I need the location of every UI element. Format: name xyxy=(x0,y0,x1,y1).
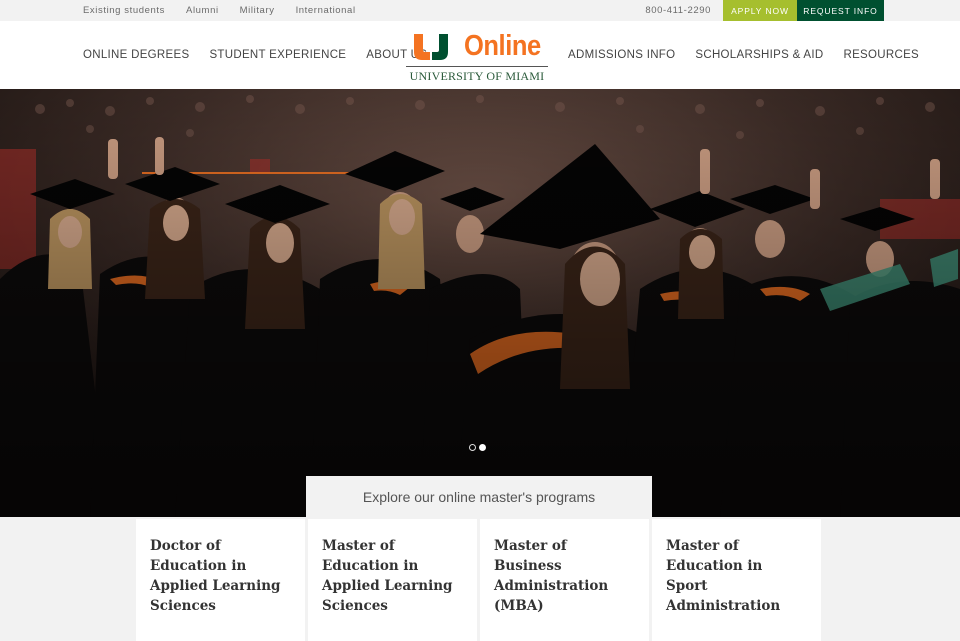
program-title: Doctor of Education in Applied Learning … xyxy=(150,538,281,614)
main-nav-right: ADMISSIONS INFO SCHOLARSHIPS & AID RESOU… xyxy=(568,21,919,89)
carousel-dot-2[interactable] xyxy=(479,444,486,451)
logo-word: Online xyxy=(464,30,541,62)
utility-link-military[interactable]: Military xyxy=(240,5,275,16)
utility-link-existing-students[interactable]: Existing students xyxy=(83,5,165,16)
hero-banner xyxy=(0,89,960,517)
utility-link-alumni[interactable]: Alumni xyxy=(186,5,219,16)
carousel-dots xyxy=(469,444,489,451)
main-nav-left: ONLINE DEGREES STUDENT EXPERIENCE ABOUT … xyxy=(83,21,427,89)
phone-number[interactable]: 800-411-2290 xyxy=(645,5,711,16)
explore-programs-tab[interactable]: Explore our online master's programs xyxy=(306,476,652,517)
program-title: Master of Business Administration (MBA) xyxy=(494,538,609,614)
nav-online-degrees[interactable]: ONLINE DEGREES xyxy=(83,49,189,61)
u-logo-icon xyxy=(414,34,448,60)
nav-scholarships-aid[interactable]: SCHOLARSHIPS & AID xyxy=(695,49,823,61)
site-header: ONLINE DEGREES STUDENT EXPERIENCE ABOUT … xyxy=(0,21,960,89)
utility-link-international[interactable]: International xyxy=(296,5,356,16)
program-cards: Doctor of Education in Applied Learning … xyxy=(136,519,822,641)
program-title: Master of Education in Sport Administrat… xyxy=(666,538,781,614)
carousel-dot-1[interactable] xyxy=(469,444,476,451)
nav-admissions-info[interactable]: ADMISSIONS INFO xyxy=(568,49,675,61)
nav-student-experience[interactable]: STUDENT EXPERIENCE xyxy=(209,49,346,61)
explore-programs-label: Explore our online master's programs xyxy=(362,488,596,505)
request-info-button[interactable]: REQUEST INFO xyxy=(797,0,884,21)
program-card[interactable]: Master of Business Administration (MBA) xyxy=(480,519,649,641)
utility-bar: Existing students Alumni Military Intern… xyxy=(0,0,960,21)
graduation-photo xyxy=(0,89,960,517)
program-card[interactable]: Master of Education in Sport Administrat… xyxy=(652,519,821,641)
program-card[interactable]: Doctor of Education in Applied Learning … xyxy=(136,519,305,641)
logo-divider xyxy=(406,66,548,67)
site-logo[interactable]: Online UNIVERSITY OF MIAMI xyxy=(406,29,548,85)
nav-resources[interactable]: RESOURCES xyxy=(843,49,919,61)
utility-links: Existing students Alumni Military Intern… xyxy=(83,0,377,21)
apply-now-button[interactable]: APPLY NOW xyxy=(723,0,797,21)
program-title: Master of Education in Applied Learning … xyxy=(322,538,453,614)
utility-actions: 800-411-2290 APPLY NOW REQUEST INFO xyxy=(645,0,884,21)
logo-university: UNIVERSITY OF MIAMI xyxy=(409,69,545,83)
program-card[interactable]: Master of Education in Applied Learning … xyxy=(308,519,477,641)
